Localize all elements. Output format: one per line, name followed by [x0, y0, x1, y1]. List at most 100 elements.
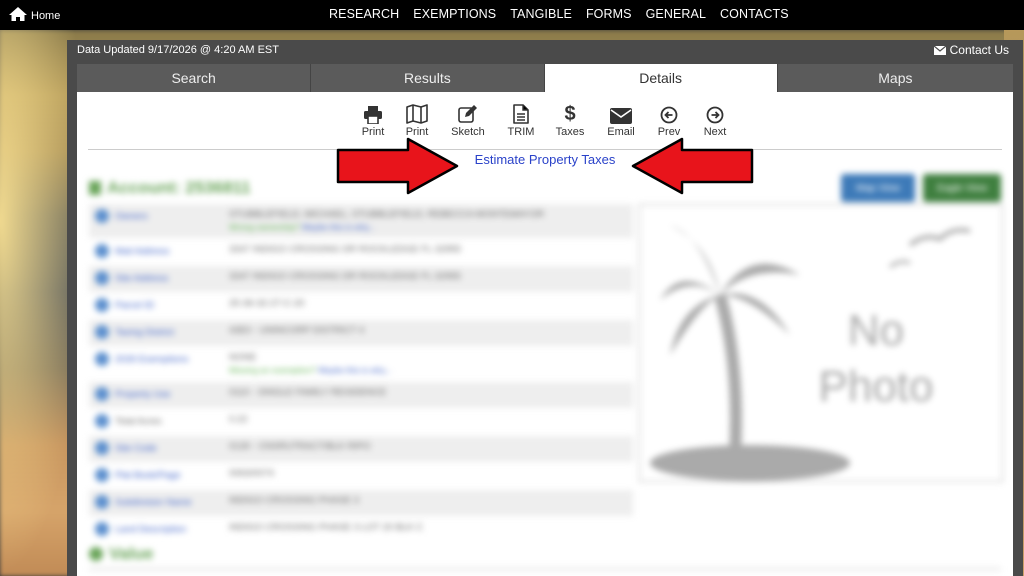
tab-details[interactable]: Details — [544, 64, 778, 92]
tab-bar: Search Results Details Maps — [77, 64, 1013, 92]
nav-general[interactable]: GENERAL — [646, 7, 706, 21]
help-icon[interactable] — [95, 352, 109, 366]
table-row: Plat Book/Page 0063/0074 — [89, 463, 633, 490]
help-icon[interactable] — [95, 387, 109, 401]
value-icon — [89, 547, 103, 561]
row-label[interactable]: 2026 Exemptions — [115, 347, 229, 365]
nav-exemptions[interactable]: EXEMPTIONS — [413, 7, 496, 21]
pencil-square-icon — [458, 105, 477, 123]
printer-icon — [364, 106, 382, 124]
no-photo-placeholder: No Photo — [639, 204, 1003, 482]
row-label[interactable]: Land Description — [115, 517, 229, 535]
table-row: Site Code 0130 - CNSRUTRACT/BLK RIPO — [89, 436, 633, 463]
row-value: STUBBLEFIELD, MICHAEL; STUBBLEFIELD, REB… — [229, 209, 544, 232]
account-header: Account: 2536811 — [89, 178, 251, 198]
account-number: Account: 2536811 — [107, 178, 251, 197]
row-value: NONE Missing an exemption? Maybe this is … — [229, 352, 392, 375]
taxes-button[interactable]: $ Taxes — [548, 102, 592, 138]
row-value: INDIGO CROSSING PHASE 3 — [229, 495, 359, 506]
help-icon[interactable] — [95, 441, 109, 455]
table-row: Owners STUBBLEFIELD, MICHAEL; STUBBLEFIE… — [89, 204, 633, 239]
sketch-button[interactable]: Sketch — [446, 102, 490, 138]
table-row: Site Address 3347 INDIGO CROSSING DR ROC… — [89, 266, 633, 293]
print-button[interactable]: Print — [351, 102, 395, 138]
table-row: Land Description INDIGO CROSSING PHASE 3… — [89, 517, 633, 544]
property-info-table: Owners STUBBLEFIELD, MICHAEL; STUBBLEFIE… — [89, 204, 633, 544]
document-icon — [89, 181, 101, 195]
row-label[interactable]: Site Address — [115, 266, 229, 284]
help-icon[interactable] — [95, 414, 109, 428]
tab-maps[interactable]: Maps — [777, 64, 1013, 92]
contact-us-label: Contact Us — [949, 43, 1009, 57]
tab-search[interactable]: Search — [77, 64, 312, 92]
help-icon[interactable] — [95, 244, 109, 258]
no-photo-text-2: Photo — [819, 362, 934, 411]
details-content: Print Print Sketch TRIM $ Taxes Email Pr… — [77, 92, 1013, 576]
row-value: INDIGO CROSSING PHASE 3 LOT 20 BLK C — [229, 522, 424, 533]
help-icon[interactable] — [95, 468, 109, 482]
help-icon[interactable] — [95, 298, 109, 312]
print-map-button[interactable]: Print — [395, 102, 439, 138]
no-photo-text-1: No — [848, 306, 904, 355]
value-title: Value — [109, 544, 154, 563]
row-value: 0.22 — [229, 414, 248, 425]
nav-forms[interactable]: FORMS — [586, 7, 632, 21]
nav-research[interactable]: RESEARCH — [329, 7, 399, 21]
row-label[interactable]: Parcel ID — [115, 293, 229, 311]
help-icon[interactable] — [95, 325, 109, 339]
tab-results[interactable]: Results — [311, 64, 545, 92]
nav-contacts[interactable]: CONTACTS — [720, 7, 789, 21]
help-icon[interactable] — [95, 271, 109, 285]
trim-label: TRIM — [507, 126, 535, 138]
row-label[interactable]: Owners — [115, 204, 229, 222]
email-button[interactable]: Email — [599, 102, 643, 138]
contact-us-link[interactable]: Contact Us — [933, 43, 1009, 57]
table-row: 2026 Exemptions NONE Missing an exemption… — [89, 347, 633, 382]
prev-button[interactable]: Prev — [647, 102, 691, 138]
row-value: 25-36-32-27-C-20 — [229, 298, 305, 309]
table-row: Subdivision Name INDIGO CROSSING PHASE 3 — [89, 490, 633, 517]
table-row: Taxing District 43E0 - UNINCORP DISTRICT… — [89, 320, 633, 347]
value-section-header: Value — [89, 544, 153, 564]
taxes-label: Taxes — [555, 126, 585, 138]
map-view-button[interactable]: Map View — [841, 174, 915, 202]
main-menu: RESEARCH EXEMPTIONS TANGIBLE FORMS GENER… — [322, 7, 796, 21]
row-label[interactable]: Plat Book/Page — [115, 463, 229, 481]
eagle-view-button[interactable]: Eagle View — [923, 174, 1001, 202]
estimate-property-taxes-link[interactable]: Estimate Property Taxes — [77, 152, 1013, 167]
home-label: Home — [31, 10, 61, 22]
row-value: 3347 INDIGO CROSSING DR ROCKLEDGE FL 329… — [229, 244, 461, 255]
row-value: 0110 - SINGLE FAMILY RESIDENCE — [229, 387, 387, 398]
envelope-icon — [610, 108, 632, 124]
arrow-right-circle-icon — [706, 106, 724, 124]
data-updated-text: Data Updated 9/17/2026 @ 4:20 AM EST — [77, 44, 279, 56]
trim-button[interactable]: TRIM — [499, 102, 543, 138]
next-button[interactable]: Next — [693, 102, 737, 138]
palm-tree-icon: No Photo — [650, 225, 971, 481]
row-value: 43E0 - UNINCORP DISTRICT 4 — [229, 325, 365, 336]
row-label[interactable]: Taxing District — [115, 320, 229, 338]
home-icon — [9, 7, 27, 21]
map-icon — [406, 104, 428, 124]
envelope-icon — [933, 45, 946, 55]
dollar-icon: $ — [564, 103, 576, 125]
help-icon[interactable] — [95, 209, 109, 223]
nav-tangible[interactable]: TANGIBLE — [510, 7, 572, 21]
red-arrow-right-icon — [336, 137, 459, 195]
value-divider — [89, 568, 1001, 570]
table-row: Total Acres 0.22 — [89, 409, 633, 436]
toolbar-divider — [88, 149, 1002, 150]
row-label[interactable]: Subdivision Name — [115, 490, 229, 508]
property-details-section: Account: 2536811 Map View Eagle View Own… — [85, 174, 1005, 576]
row-label[interactable]: Property Use — [115, 382, 229, 400]
top-navigation: Home RESEARCH EXEMPTIONS TANGIBLE FORMS … — [0, 0, 1024, 30]
help-icon[interactable] — [95, 522, 109, 536]
home-link[interactable]: Home — [8, 6, 60, 22]
row-label: Total Acres — [115, 416, 162, 427]
document-icon — [513, 104, 529, 124]
row-label[interactable]: Site Code — [115, 436, 229, 454]
help-icon[interactable] — [95, 495, 109, 509]
details-toolbar: Print Print Sketch TRIM $ Taxes Email Pr… — [77, 102, 1013, 142]
row-label[interactable]: Mail Address — [115, 239, 229, 257]
red-arrow-left-icon — [631, 137, 754, 195]
